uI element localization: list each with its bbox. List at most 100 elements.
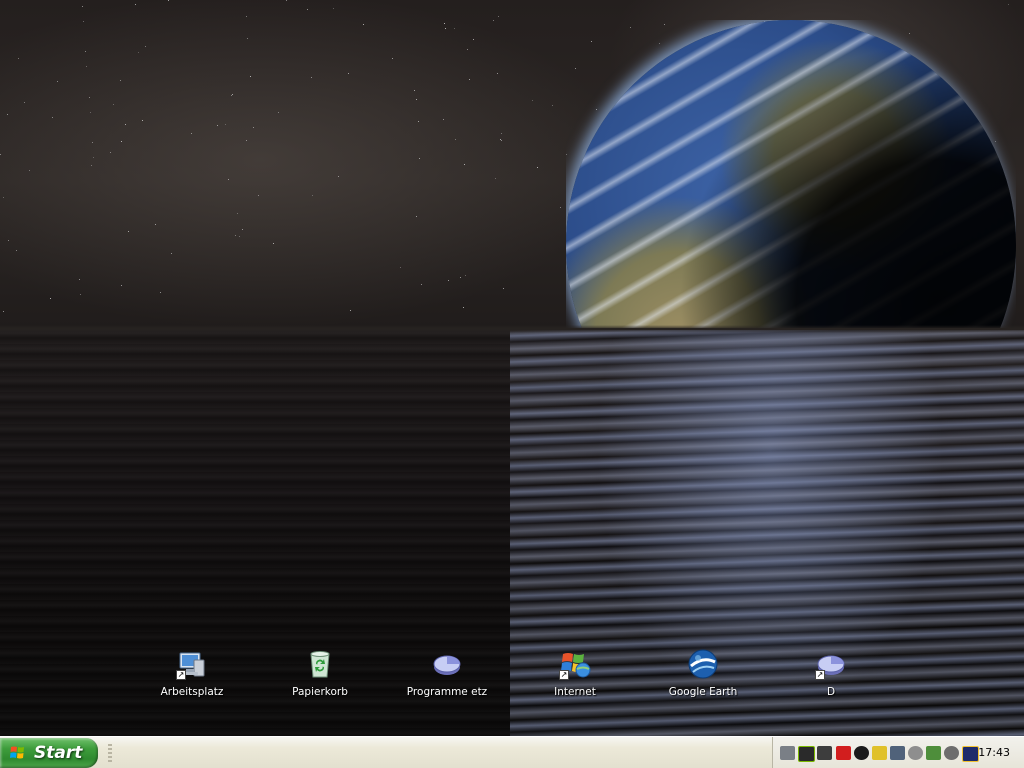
star — [128, 231, 129, 232]
star — [566, 154, 567, 155]
desktop-icon-programme-etz[interactable]: Programme etz — [402, 648, 492, 708]
star — [596, 109, 597, 110]
clock[interactable]: 17:43 — [978, 746, 1010, 759]
star — [995, 141, 996, 142]
star — [79, 279, 80, 280]
my-computer-icon: ↗ — [176, 648, 208, 680]
desktop-icon-label: D — [826, 686, 836, 698]
star — [455, 139, 456, 140]
star — [86, 66, 87, 67]
desktop-icon-label: Arbeitsplatz — [160, 686, 224, 698]
star — [311, 77, 312, 78]
star — [24, 102, 25, 103]
star — [121, 141, 122, 142]
star — [664, 24, 665, 25]
star — [16, 250, 17, 251]
star — [168, 0, 169, 1]
star — [90, 112, 91, 113]
desktop-icon-label: Programme etz — [406, 686, 488, 698]
star — [191, 133, 192, 134]
star — [242, 229, 243, 230]
star — [231, 95, 232, 96]
star — [560, 207, 561, 208]
star — [286, 0, 287, 1]
star — [501, 140, 502, 141]
star — [120, 80, 121, 81]
desktop-icon-arbeitsplatz[interactable]: ↗ Arbeitsplatz — [147, 648, 237, 708]
star — [460, 277, 461, 278]
star — [498, 16, 499, 17]
star — [246, 140, 247, 141]
desktop[interactable]: ↗ Arbeitsplatz Papierkorb Programme etz — [0, 0, 1024, 736]
speaker-icon[interactable] — [780, 746, 795, 760]
star — [0, 154, 1, 155]
star — [312, 195, 313, 196]
star — [246, 16, 247, 17]
star — [348, 73, 349, 74]
star — [273, 243, 274, 244]
star — [258, 195, 259, 196]
nvidia-icon[interactable] — [798, 746, 815, 762]
star — [57, 81, 58, 82]
desktop-icon-d[interactable]: ↗ D — [786, 648, 876, 708]
star — [110, 152, 111, 153]
star — [8, 240, 9, 241]
windows-logo-icon: ↗ — [559, 648, 591, 680]
star — [414, 90, 415, 91]
pie-chart-icon — [431, 648, 463, 680]
star — [473, 39, 474, 40]
star — [445, 28, 446, 29]
desktop-icon-internet[interactable]: ↗ Internet — [530, 648, 620, 708]
star — [160, 292, 161, 293]
star — [659, 43, 660, 44]
pen-icon[interactable] — [872, 746, 887, 760]
webcam-icon[interactable] — [944, 746, 959, 760]
star — [228, 179, 229, 180]
desktop-icon-papierkorb[interactable]: Papierkorb — [275, 648, 365, 708]
star — [232, 94, 233, 95]
star — [7, 114, 8, 115]
star — [444, 23, 445, 24]
cd-icon[interactable] — [908, 746, 923, 760]
star — [537, 167, 538, 168]
star — [3, 197, 4, 198]
star — [278, 112, 279, 113]
star — [418, 121, 419, 122]
star — [1008, 4, 1009, 5]
antivirus-icon[interactable] — [836, 746, 851, 760]
star — [338, 176, 339, 177]
star — [250, 76, 251, 77]
star — [575, 68, 576, 69]
star — [18, 58, 19, 59]
star — [125, 124, 126, 125]
star — [253, 127, 254, 128]
desktop-icon-google-earth[interactable]: Google Earth — [658, 648, 748, 708]
shortcut-arrow-icon: ↗ — [176, 670, 186, 680]
star — [532, 100, 533, 101]
star — [495, 178, 496, 179]
star — [454, 28, 455, 29]
star — [89, 97, 90, 98]
star — [217, 125, 218, 126]
star — [497, 73, 498, 74]
steam-icon[interactable] — [854, 746, 869, 760]
star — [142, 120, 143, 121]
star — [448, 280, 449, 281]
monitor-icon[interactable] — [890, 746, 905, 760]
start-button[interactable]: Start — [0, 738, 98, 768]
toolbar-grip[interactable] — [108, 744, 112, 764]
winamp-icon[interactable] — [962, 746, 979, 762]
recycle-icon[interactable] — [926, 746, 941, 760]
network-icon[interactable] — [817, 746, 832, 760]
pie-chart-icon: ↗ — [815, 648, 847, 680]
star — [171, 253, 172, 254]
star — [463, 307, 464, 308]
star — [239, 236, 240, 237]
star — [91, 165, 92, 166]
start-label: Start — [34, 743, 83, 763]
star — [465, 275, 466, 276]
star — [419, 158, 420, 159]
star — [467, 49, 468, 50]
star — [464, 164, 465, 165]
star — [82, 6, 83, 7]
